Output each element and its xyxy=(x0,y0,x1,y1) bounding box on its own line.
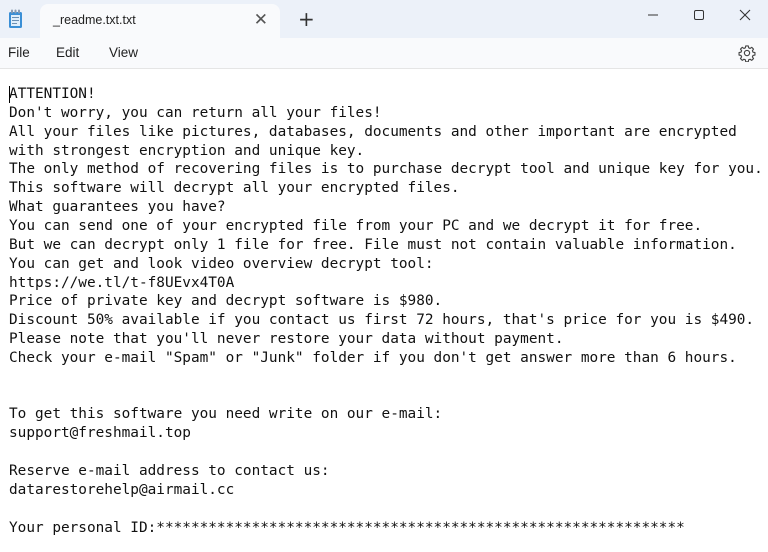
tab-readme[interactable]: _readme.txt.txt ✕ xyxy=(40,4,280,38)
text-line: What guarantees you have? xyxy=(9,199,226,216)
text-line: Price of private key and decrypt softwar… xyxy=(9,293,443,310)
text-line: datarestorehelp@airmail.cc xyxy=(9,481,235,498)
tab-title: _readme.txt.txt xyxy=(53,13,136,27)
text-line: You can get and look video overview decr… xyxy=(9,255,434,272)
close-window-button[interactable] xyxy=(722,0,768,30)
gear-icon[interactable] xyxy=(738,44,756,62)
text-line: This software will decrypt all your encr… xyxy=(9,180,460,197)
text-line: Please note that you'll never restore yo… xyxy=(9,331,564,348)
maximize-button[interactable] xyxy=(676,0,722,30)
menu-edit[interactable]: Edit xyxy=(56,45,79,60)
text-line: Don't worry, you can return all your fil… xyxy=(9,104,382,121)
text-line: Reserve e-mail address to contact us: xyxy=(9,463,330,479)
menu-file[interactable]: File xyxy=(8,45,30,60)
close-icon xyxy=(739,9,751,21)
text-line: https://we.tl/t-f8UEvx4T0A xyxy=(9,274,235,291)
menu-view[interactable]: View xyxy=(109,45,138,60)
minimize-button[interactable] xyxy=(630,0,676,30)
text-line: Discount 50% available if you contact us… xyxy=(9,312,755,329)
text-line: But we can decrypt only 1 file for free.… xyxy=(9,236,737,253)
text-line: All your files like pictures, databases,… xyxy=(9,123,737,140)
text-editor[interactable]: ATTENTION! Don't worry, you can return al… xyxy=(0,69,768,552)
menu-bar: File Edit View xyxy=(0,38,768,69)
title-bar: _readme.txt.txt ✕ + xyxy=(0,0,768,38)
text-line: Your personal ID:***********************… xyxy=(9,519,685,536)
text-line: support@freshmail.top xyxy=(9,425,191,442)
text-line: The only method of recovering files is t… xyxy=(9,161,763,178)
maximize-icon xyxy=(694,10,704,20)
new-tab-button[interactable]: + xyxy=(298,8,315,30)
tab-close-icon[interactable]: ✕ xyxy=(254,10,268,30)
text-line: You can send one of your encrypted file … xyxy=(9,217,703,234)
text-line: Check your e-mail "Spam" or "Junk" folde… xyxy=(9,349,737,366)
text-line: To get this software you need write on o… xyxy=(9,406,443,423)
notepad-icon xyxy=(9,9,22,28)
text-line: ATTENTION! xyxy=(9,86,96,102)
text-line: with strongest encryption and unique key… xyxy=(9,142,365,159)
minimize-icon xyxy=(648,14,658,16)
